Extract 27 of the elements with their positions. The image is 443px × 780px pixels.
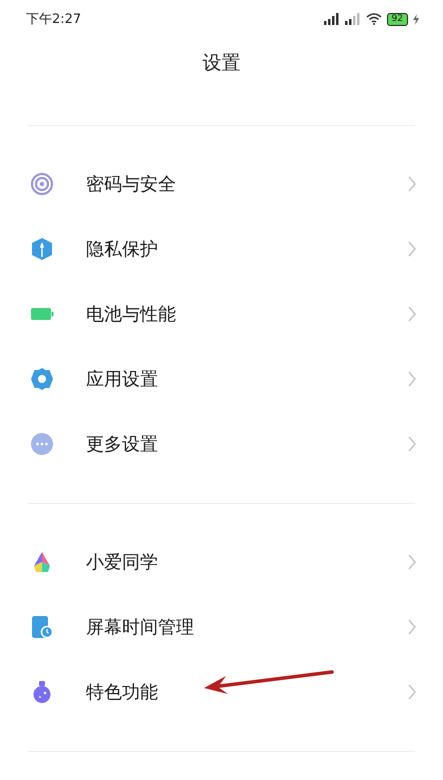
screen-time-icon bbox=[30, 614, 54, 638]
page-title: 设置 bbox=[202, 51, 242, 76]
settings-item[interactable]: 电池与性能 bbox=[0, 281, 443, 346]
chevron-icon bbox=[407, 240, 417, 256]
chevron-icon bbox=[407, 618, 417, 634]
status-time: 下午2:27 bbox=[26, 11, 82, 28]
settings-item[interactable]: 更多设置 bbox=[0, 411, 443, 476]
chevron-icon bbox=[407, 554, 417, 570]
chevron-icon bbox=[407, 306, 417, 322]
gear-icon bbox=[30, 366, 54, 390]
battery-indicator: 92 bbox=[386, 12, 408, 26]
signal-icon bbox=[324, 13, 340, 25]
settings-item[interactable]: 屏幕时间管理 bbox=[0, 594, 443, 659]
settings-item[interactable]: 密码与安全 bbox=[0, 151, 443, 216]
settings-item[interactable]: 小爱同学 bbox=[0, 529, 443, 594]
signal-icon bbox=[344, 13, 361, 25]
shield-icon bbox=[30, 236, 54, 260]
wifi-icon bbox=[366, 13, 382, 25]
chevron-icon bbox=[407, 436, 417, 452]
more-icon bbox=[30, 432, 54, 456]
chevron-icon bbox=[407, 370, 417, 386]
charging-icon bbox=[413, 14, 419, 24]
settings-item[interactable]: 隐私保护 bbox=[0, 216, 443, 281]
chevron-icon bbox=[407, 684, 417, 700]
chevron-icon bbox=[407, 176, 417, 192]
settings-item[interactable]: 应用设置 bbox=[0, 346, 443, 411]
settings-item[interactable]: 特色功能 bbox=[0, 659, 443, 724]
